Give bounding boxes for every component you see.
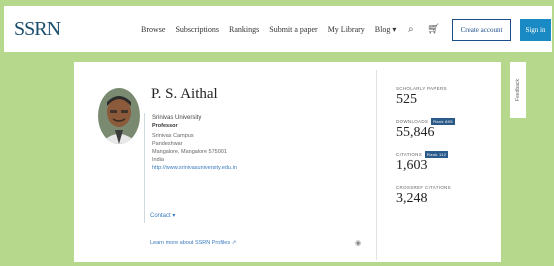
address-line: Srinivas Campus: [152, 133, 194, 139]
stat-label: DOWNLOADS: [396, 118, 429, 124]
stat-downloads: DOWNLOADS Rank 895 55,846: [396, 117, 455, 141]
nav-browse[interactable]: Browse: [141, 25, 165, 34]
stat-label: CROSSREF CITATIONS: [396, 184, 451, 190]
main-nav: Browse Subscriptions Rankings Submit a p…: [141, 25, 396, 34]
rss-icon[interactable]: ◉: [355, 239, 361, 247]
stat-value: 1,603: [396, 158, 428, 173]
nav-subscriptions[interactable]: Subscriptions: [175, 25, 219, 34]
nav-my-library[interactable]: My Library: [328, 25, 365, 34]
feedback-label: Feedback: [515, 79, 521, 101]
author-photo: [98, 88, 140, 144]
top-navigation-bar: SSRN Browse Subscriptions Rankings Submi…: [4, 6, 552, 52]
address-line: Mangalore, Mangalore 575001: [152, 149, 227, 155]
sign-in-button[interactable]: Sign in: [520, 19, 551, 41]
contact-toggle[interactable]: Contact ▾: [150, 212, 175, 219]
nav-rankings[interactable]: Rankings: [229, 25, 259, 34]
stat-crossref-citations: CROSSREF CITATIONS 3,248: [396, 183, 455, 207]
author-stats: SCHOLARLY PAPERS 525 DOWNLOADS Rank 895 5…: [396, 84, 455, 216]
nav-submit-paper[interactable]: Submit a paper: [269, 25, 317, 34]
stat-label: CITATIONS: [396, 151, 423, 157]
nav-blog[interactable]: Blog ▾: [375, 25, 397, 34]
affiliation-block: Srinivas University Professor Srinivas C…: [152, 114, 237, 172]
create-account-button[interactable]: Create account: [452, 19, 511, 41]
stat-citations: CITATIONS Rank 112 1,603: [396, 150, 455, 174]
rank-badge: Rank 895: [431, 117, 455, 125]
stat-value: 525: [396, 92, 417, 107]
author-name: P. S. Aithal: [151, 86, 218, 102]
feedback-tab[interactable]: Feedback: [510, 62, 526, 118]
cart-icon[interactable]: 🛒︎: [427, 24, 440, 35]
stat-label: SCHOLARLY PAPERS: [396, 85, 447, 91]
author-profile-card: P. S. Aithal Srinivas University Profess…: [74, 62, 501, 262]
address-line: Pandeshwar: [152, 141, 183, 147]
address-line: India: [152, 157, 164, 163]
stat-value: 55,846: [396, 125, 435, 140]
stats-divider: [376, 70, 377, 260]
website-link[interactable]: http://www.srinivasuniversity.edu.in: [152, 164, 237, 172]
stat-scholarly-papers: SCHOLARLY PAPERS 525: [396, 84, 455, 108]
learn-more-link[interactable]: Learn more about SSRN Profiles ↗: [150, 240, 236, 246]
rank-badge: Rank 112: [425, 150, 449, 158]
search-icon[interactable]: ⌕: [408, 24, 414, 35]
affiliation-divider: [144, 113, 145, 223]
institution[interactable]: Srinivas University: [152, 114, 237, 122]
ssrn-logo[interactable]: SSRN: [14, 18, 61, 41]
page-content: P. S. Aithal Srinivas University Profess…: [4, 52, 552, 266]
stat-value: 3,248: [396, 191, 428, 206]
role: Professor: [152, 123, 178, 129]
